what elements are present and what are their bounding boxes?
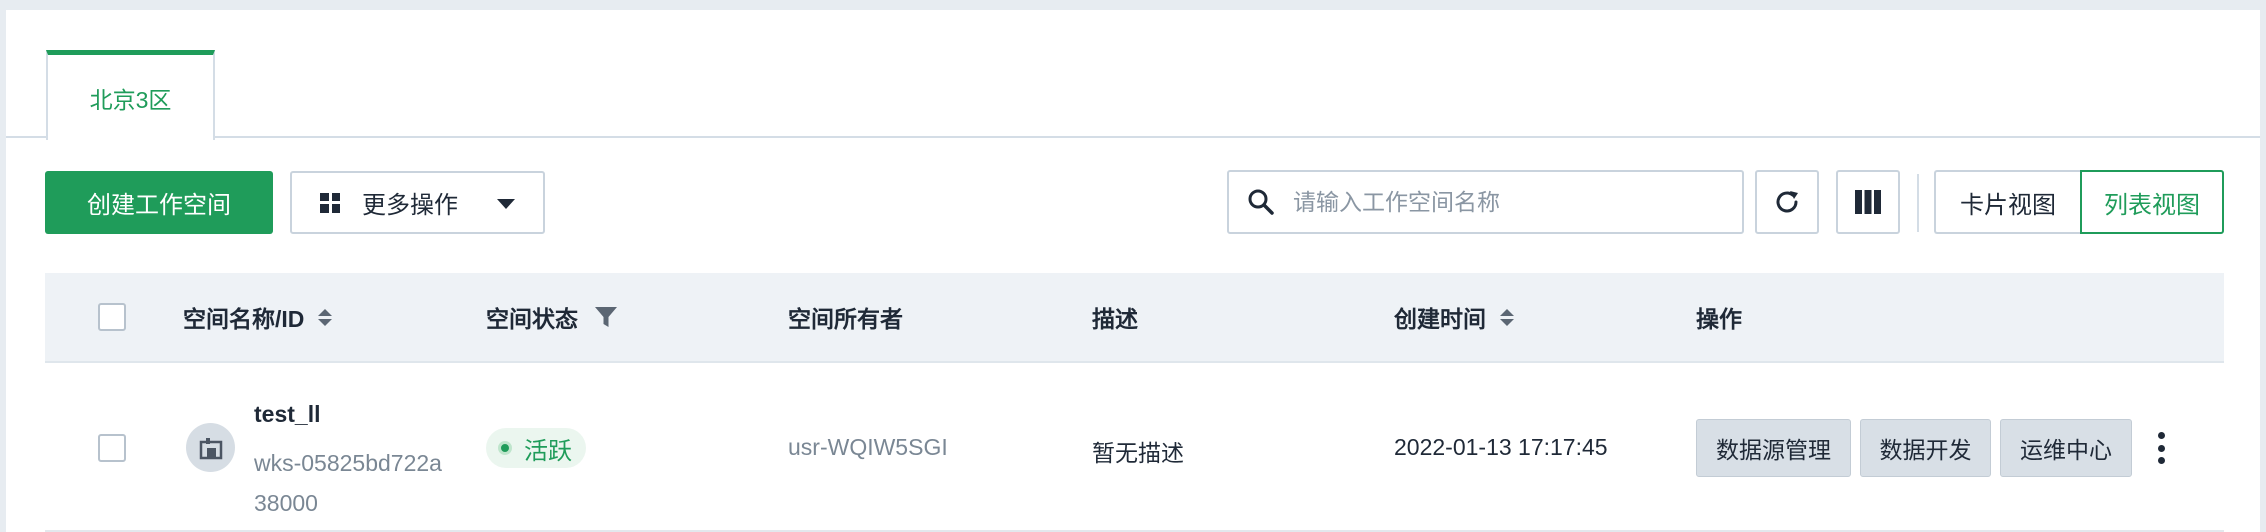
status-dot-icon	[498, 441, 512, 455]
data-develop-button[interactable]: 数据开发	[1860, 419, 1991, 477]
select-all-cell	[98, 273, 126, 361]
status-text: 活跃	[524, 437, 572, 465]
grid-icon	[320, 192, 340, 213]
columns-icon	[1855, 190, 1881, 214]
status-badge: 活跃	[486, 428, 586, 468]
create-workspace-button[interactable]: 创建工作空间	[45, 171, 273, 234]
column-settings-button[interactable]	[1836, 170, 1900, 234]
search-icon	[1248, 189, 1274, 215]
table-header: 空间名称/ID 空间状态 空间所有者 描述 创建时间 操作	[45, 273, 2224, 363]
workspace-id: wks-05825bd722a38000	[254, 450, 442, 516]
list-view-button[interactable]: 列表视图	[2080, 170, 2224, 234]
refresh-icon	[1776, 191, 1798, 213]
select-all-checkbox[interactable]	[98, 303, 126, 331]
created-time-cell: 2022-01-13 17:17:45	[1394, 434, 1608, 460]
description-cell: 暂无描述	[1092, 440, 1184, 466]
filter-icon[interactable]	[594, 305, 618, 329]
chevron-down-icon	[497, 199, 515, 209]
region-tabs: 北京3区	[6, 10, 2260, 140]
datasource-manage-button[interactable]: 数据源管理	[1696, 419, 1851, 477]
sort-icon[interactable]	[318, 308, 333, 326]
owner-cell: usr-WQIW5SGI	[788, 434, 948, 460]
column-header-owner: 空间所有者	[788, 273, 903, 361]
main-panel: 北京3区 创建工作空间 更多操作 卡片视图 列表视图	[6, 10, 2260, 532]
refresh-button[interactable]	[1755, 170, 1819, 234]
search-input[interactable]	[1293, 188, 1713, 216]
column-header-label: 创建时间	[1394, 306, 1486, 332]
column-header-label: 操作	[1696, 306, 1742, 332]
column-header-actions: 操作	[1696, 273, 1742, 361]
column-header-label: 描述	[1092, 306, 1138, 332]
sort-icon[interactable]	[1500, 308, 1514, 326]
ops-center-button[interactable]: 运维中心	[2000, 419, 2132, 477]
workspace-avatar	[186, 423, 235, 472]
column-header-description: 描述	[1092, 273, 1138, 361]
more-menu-icon[interactable]	[2149, 429, 2173, 467]
column-header-status: 空间状态	[486, 273, 618, 361]
column-header-name: 空间名称/ID	[183, 273, 333, 361]
toolbar-divider	[1917, 174, 1919, 232]
more-actions-label: 更多操作	[362, 192, 458, 219]
workspace-name[interactable]: test_ll	[254, 401, 320, 428]
more-actions-dropdown[interactable]: 更多操作	[290, 171, 545, 234]
workspace-icon	[199, 437, 222, 459]
row-checkbox[interactable]	[98, 434, 126, 462]
column-header-created: 创建时间	[1394, 273, 1514, 361]
column-header-label: 空间名称/ID	[183, 306, 305, 332]
tab-region[interactable]: 北京3区	[46, 50, 215, 140]
column-header-label: 空间状态	[486, 306, 578, 332]
table-row: test_ll wks-05825bd722a38000 活跃 usr-WQIW…	[45, 363, 2224, 532]
search-box	[1227, 170, 1744, 234]
column-header-label: 空间所有者	[788, 306, 903, 332]
card-view-button[interactable]: 卡片视图	[1934, 170, 2080, 234]
